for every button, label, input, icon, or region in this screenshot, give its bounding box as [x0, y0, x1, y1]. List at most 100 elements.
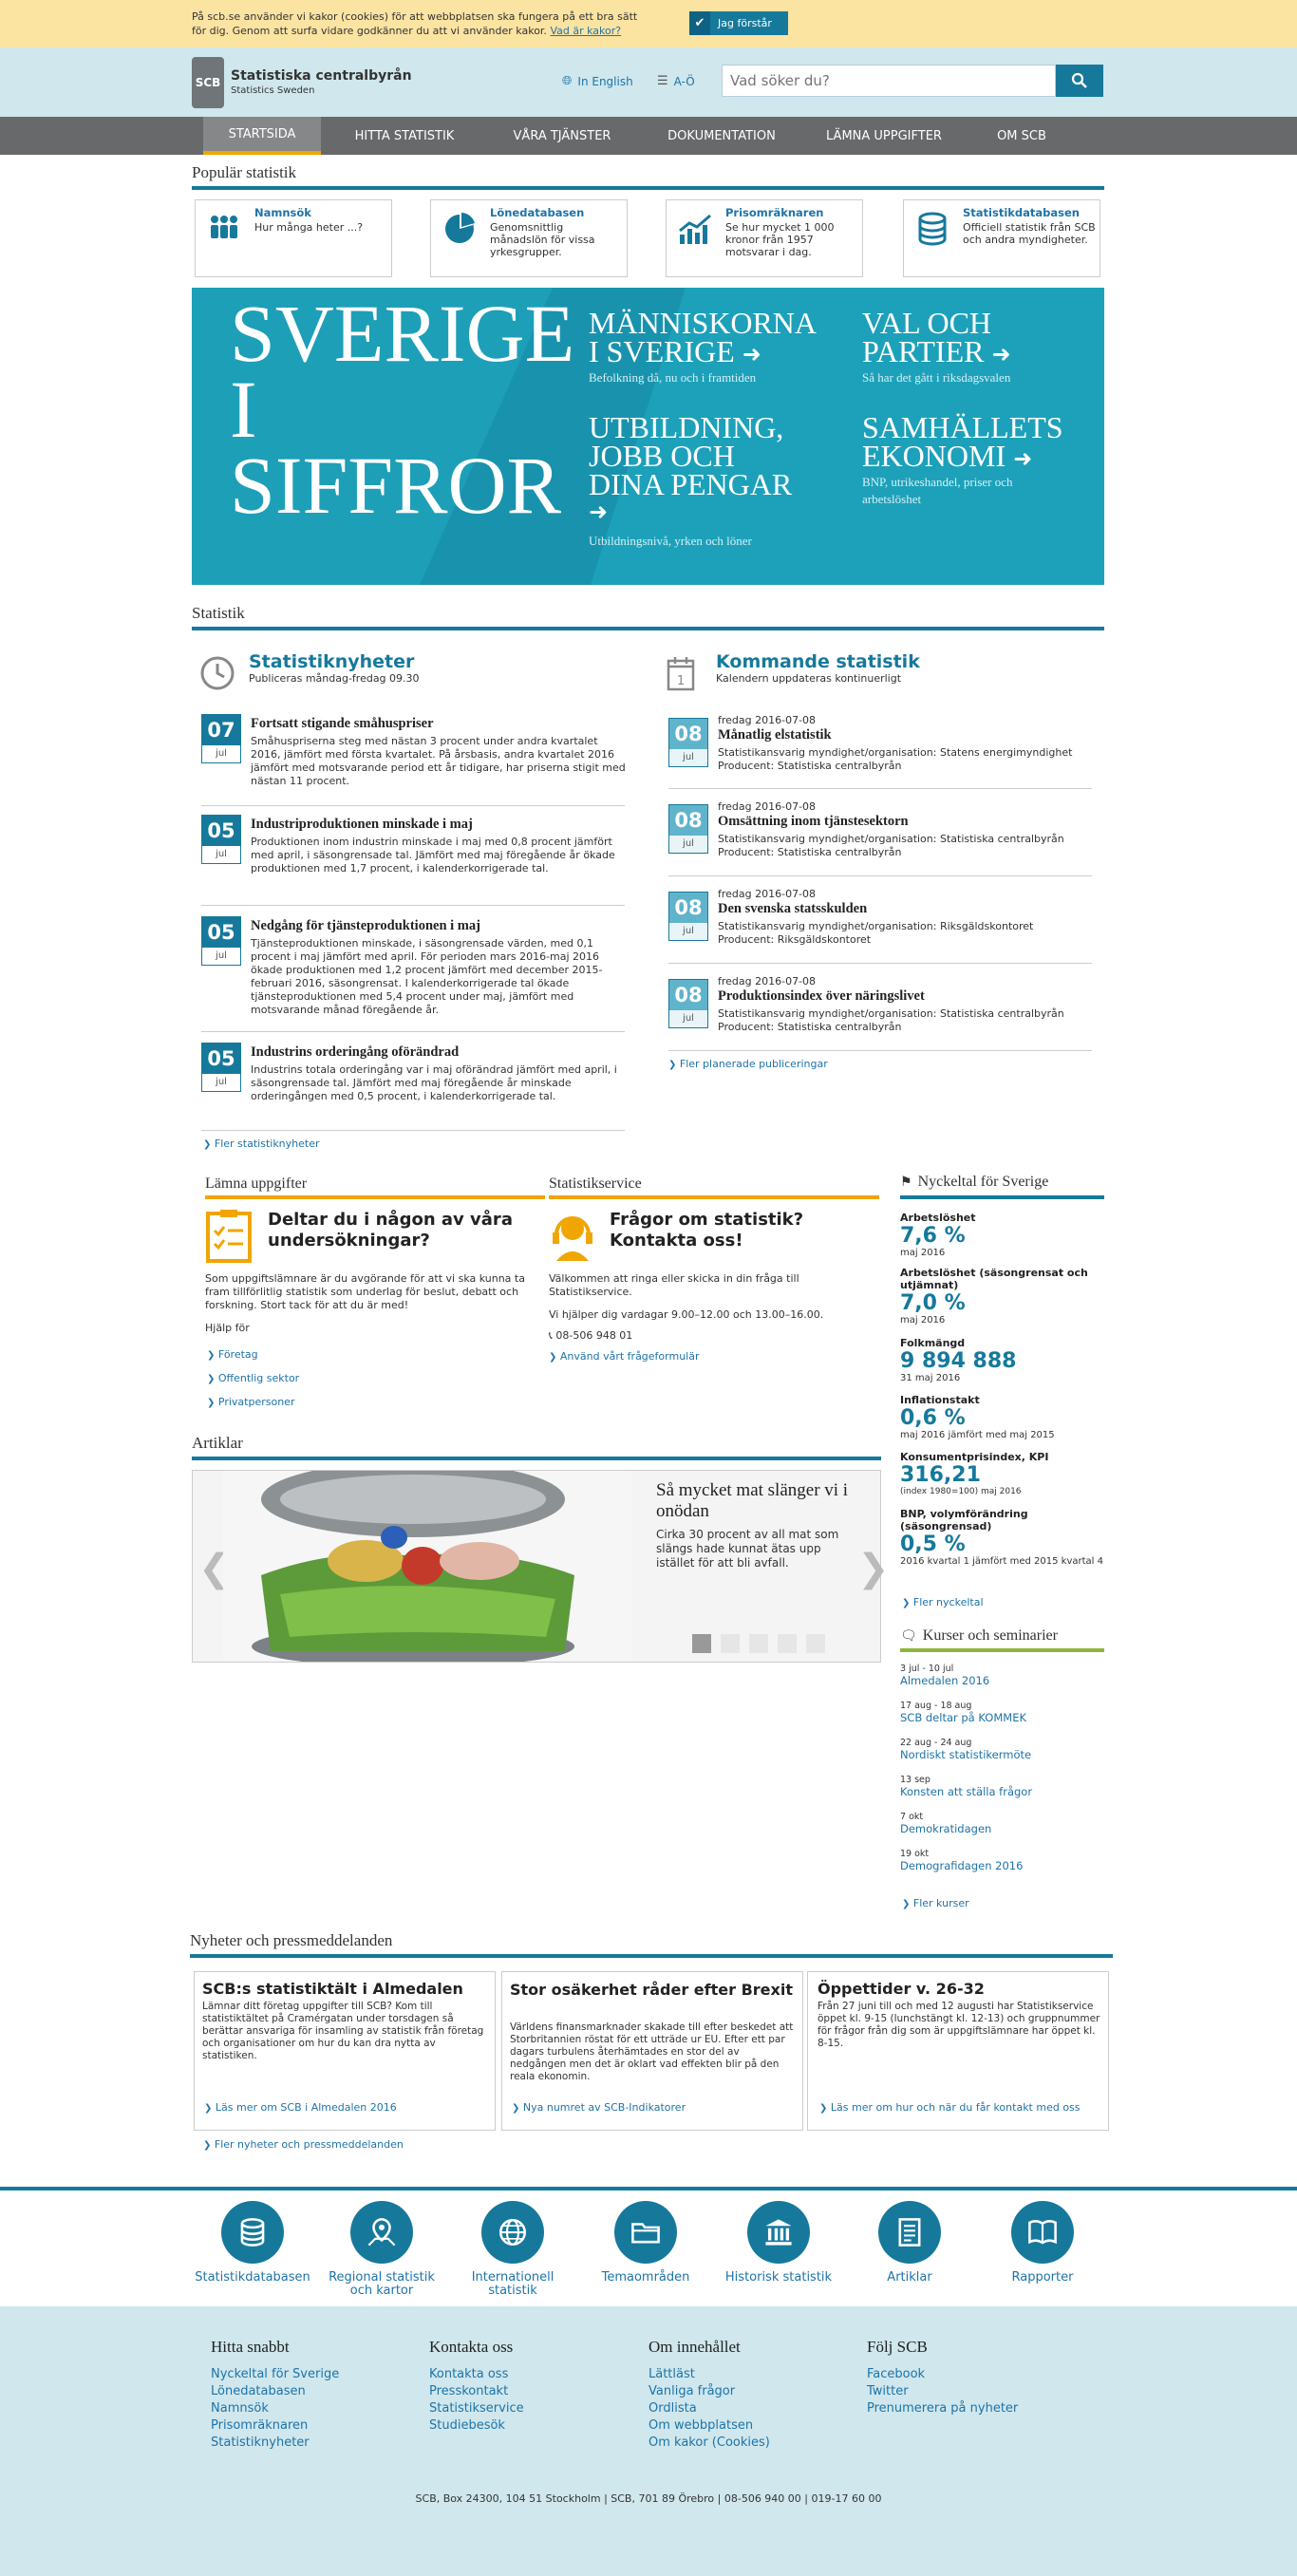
footer-link[interactable]: Prenumerera på nyheter [867, 2400, 1076, 2417]
press-title[interactable]: Öppettider v. 26-32 [818, 1980, 1102, 1998]
lamna-link-privat[interactable]: ❯ Privatpersoner [207, 1396, 294, 1408]
shortcut-regional[interactable]: Regional statistik och kartor [315, 2201, 448, 2298]
press-link[interactable]: ❯ Läs mer om hur och när du får kontakt … [819, 2101, 1081, 2114]
cookie-info-link[interactable]: Vad är kakor? [550, 25, 621, 37]
article-text: Cirka 30 procent av all mat som slängs h… [656, 1528, 839, 1570]
press-card[interactable]: Öppettider v. 26-32 Från 27 juni till oc… [807, 1971, 1109, 2131]
kurs-item[interactable]: 7 okt Demokratidagen [900, 1812, 1104, 1849]
nyckeltal-item[interactable]: Inflationstakt 0,6 % maj 2016 jämfört me… [900, 1394, 1104, 1440]
article-title[interactable]: Så mycket mat slänger vi i onödan [656, 1480, 865, 1522]
shortcut-rapporter[interactable]: Rapporter [976, 2201, 1109, 2285]
kurs-item[interactable]: 19 okt Demografidagen 2016 [900, 1849, 1104, 1886]
nav-vara-tjanster[interactable]: VÅRA TJÄNSTER [488, 117, 636, 155]
footer-link[interactable]: Statistiknyheter [211, 2435, 401, 2452]
press-link[interactable]: ❯ Nya numret av SCB-Indikatorer [512, 2101, 686, 2114]
nyckeltal-item[interactable]: Konsumentprisindex, KPI 316,21 (index 19… [900, 1451, 1104, 1496]
footer-link[interactable]: Om webbplatsen [648, 2417, 838, 2435]
nyckeltal-item[interactable]: Arbetslöshet 7,6 % maj 2016 [900, 1212, 1104, 1258]
logo-title[interactable]: Statistiska centralbyrån [231, 68, 412, 84]
upcoming-title[interactable]: Kommande statistik [716, 651, 920, 672]
upcoming-item-title[interactable]: Produktionsindex över näringslivet [718, 988, 1098, 1005]
footer-link[interactable]: Facebook [867, 2366, 1076, 2383]
footer-link[interactable]: Presskontakt [429, 2383, 619, 2400]
footer-link[interactable]: Lönedatabasen [211, 2383, 401, 2400]
footer-link[interactable]: Studiebesök [429, 2417, 619, 2435]
carousel-dot[interactable] [692, 1634, 711, 1653]
press-card[interactable]: SCB:s statistiktält i Almedalen Lämnar d… [194, 1971, 496, 2131]
press-link[interactable]: ❯ Läs mer om SCB i Almedalen 2016 [204, 2101, 397, 2114]
nyckeltal-heading: ⚑ Nyckeltal för Sverige [900, 1174, 1048, 1191]
footer-link[interactable]: Twitter [867, 2383, 1076, 2400]
footer-link[interactable]: Ordlista [648, 2400, 838, 2417]
service-form-link[interactable]: ❯ Använd vårt frågeformulär [549, 1350, 700, 1363]
more-press-link[interactable]: ❯ Fler nyheter och pressmeddelanden [203, 2138, 404, 2151]
footer-link[interactable]: Kontakta oss [429, 2366, 619, 2383]
footer-link[interactable]: Prisomräknaren [211, 2417, 401, 2435]
more-news-link[interactable]: ❯ Fler statistiknyheter [203, 1138, 320, 1150]
press-title[interactable]: SCB:s statistiktält i Almedalen [202, 1980, 487, 1998]
footer-link[interactable]: Om kakor (Cookies) [648, 2435, 838, 2452]
shortcut-temaomraden[interactable]: Temaområden [579, 2201, 712, 2285]
hero-link-line: VAL OCH [862, 306, 992, 340]
shortcut-historisk[interactable]: Historisk statistik [712, 2201, 845, 2285]
scb-logo-icon[interactable]: SCB [192, 57, 224, 108]
carousel-dot[interactable] [721, 1634, 740, 1653]
nav-dokumentation[interactable]: DOKUMENTATION [648, 117, 796, 155]
hero-link-val[interactable]: VAL OCH PARTIER ➜ Så har det gått i riks… [862, 306, 1011, 386]
news-item-title[interactable]: Fortsatt stigande småhuspriser [251, 716, 630, 732]
hero-sverige-i-siffror[interactable]: SVERIGE I SIFFROR MÄNNISKORNA I SVERIGE … [192, 288, 1104, 585]
hero-link-manniskorna[interactable]: MÄNNISKORNA I SVERIGE ➜ Befolkning då, n… [589, 308, 817, 386]
nyckeltal-sub: (index 1980=100) maj 2016 [900, 1487, 1022, 1496]
upcoming-item-title[interactable]: Den svenska statsskulden [718, 901, 1098, 917]
upcoming-item-title[interactable]: Omsättning inom tjänstesektorn [718, 814, 1098, 830]
search-input[interactable] [722, 65, 1056, 97]
kurs-item[interactable]: 22 aug - 24 aug Nordiskt statistikermöte [900, 1738, 1104, 1775]
nyckeltal-item[interactable]: Arbetslöshet (säsongrensat och utjämnat)… [900, 1267, 1104, 1326]
more-upcoming-link[interactable]: ❯ Fler planerade publiceringar [668, 1058, 828, 1070]
news-item-title[interactable]: Industrins orderingång oförändrad [251, 1044, 630, 1061]
lamna-link-offentlig[interactable]: ❯ Offentlig sektor [207, 1372, 299, 1384]
carousel-next-icon[interactable]: ❯ [857, 1547, 890, 1590]
shortcut-statistikdatabasen[interactable]: Statistikdatabasen [186, 2201, 319, 2285]
english-link[interactable]: 🌐︎ In English [562, 74, 633, 88]
carousel-dot[interactable] [749, 1634, 768, 1653]
news-item-title[interactable]: Industriproduktionen minskade i maj [251, 817, 630, 833]
kurs-item[interactable]: 3 jul - 10 jul Almedalen 2016 [900, 1664, 1104, 1701]
upcoming-item-title[interactable]: Månatlig elstatistik [718, 727, 1098, 743]
press-title[interactable]: Stor osäkerhet råder efter Brexit [510, 1980, 795, 2000]
footer-link[interactable]: Lättläst [648, 2366, 838, 2383]
shortcut-artiklar[interactable]: Artiklar [843, 2201, 976, 2285]
az-index-link[interactable]: ☰ A-Ö [657, 74, 695, 88]
footer-link[interactable]: Vanliga frågor [648, 2383, 838, 2400]
footer-link[interactable]: Namnsök [211, 2400, 401, 2417]
kurs-item[interactable]: 17 aug - 18 aug SCB deltar på KOMMEK [900, 1701, 1104, 1738]
search-button[interactable] [1056, 65, 1103, 97]
popular-card-namnsok[interactable]: Namnsök Hur många heter ...? [195, 199, 392, 277]
nav-lamna-uppgifter[interactable]: LÄMNA UPPGIFTER [807, 117, 961, 155]
nav-om-scb[interactable]: OM SCB [972, 117, 1071, 155]
nyckeltal-item[interactable]: Folkmängd 9 894 888 31 maj 2016 [900, 1337, 1104, 1383]
footer-link[interactable]: Statistikservice [429, 2400, 619, 2417]
lamna-link-foretag[interactable]: ❯ Företag [207, 1348, 258, 1361]
cookie-accept-button[interactable]: ✔ Jag förstår [689, 11, 788, 35]
nav-hitta-statistik[interactable]: HITTA STATISTIK [332, 117, 477, 155]
kurs-item[interactable]: 13 sep Konsten att ställa frågor [900, 1775, 1104, 1812]
article-carousel[interactable]: ❮ ❯ Så mycket mat slänger vi i onödan Ci… [192, 1470, 890, 1663]
press-card[interactable]: Stor osäkerhet råder efter Brexit Världe… [501, 1971, 803, 2131]
popular-card-statistikdatabasen[interactable]: Statistikdatabasen Officiell statistik f… [903, 199, 1100, 277]
popular-card-lonedatabasen[interactable]: Lönedatabasen Genomsnittlig månadslön fö… [430, 199, 628, 277]
nyckeltal-item[interactable]: BNP, volymförändring (säsongrensad) 0,5 … [900, 1508, 1104, 1567]
news-title[interactable]: Statistiknyheter [249, 651, 414, 672]
more-kurser-link[interactable]: ❯ Fler kurser [902, 1897, 969, 1909]
footer-link[interactable]: Nyckeltal för Sverige [211, 2366, 401, 2383]
news-item-title[interactable]: Nedgång för tjänsteproduktionen i maj [251, 918, 630, 934]
popular-card-prisomraknaren[interactable]: Prisomräknaren Se hur mycket 1 000 krono… [666, 199, 863, 277]
more-nyckeltal-link[interactable]: ❯ Fler nyckeltal [902, 1596, 984, 1608]
carousel-dot[interactable] [778, 1634, 797, 1653]
hero-link-utbildning[interactable]: UTBILDNING, JOBB OCH DINA PENGAR ➜ Utbil… [589, 412, 792, 550]
service-phone[interactable]: 📞︎ 08-506 948 01 [549, 1329, 632, 1343]
hero-link-ekonomi[interactable]: SAMHÄLLETS EKONOMI ➜ BNP, utrikeshandel,… [862, 412, 1063, 508]
carousel-dot[interactable] [806, 1634, 825, 1653]
nav-startsida[interactable]: STARTSIDA [203, 117, 321, 155]
shortcut-internationell[interactable]: Internationell statistik [446, 2201, 579, 2298]
